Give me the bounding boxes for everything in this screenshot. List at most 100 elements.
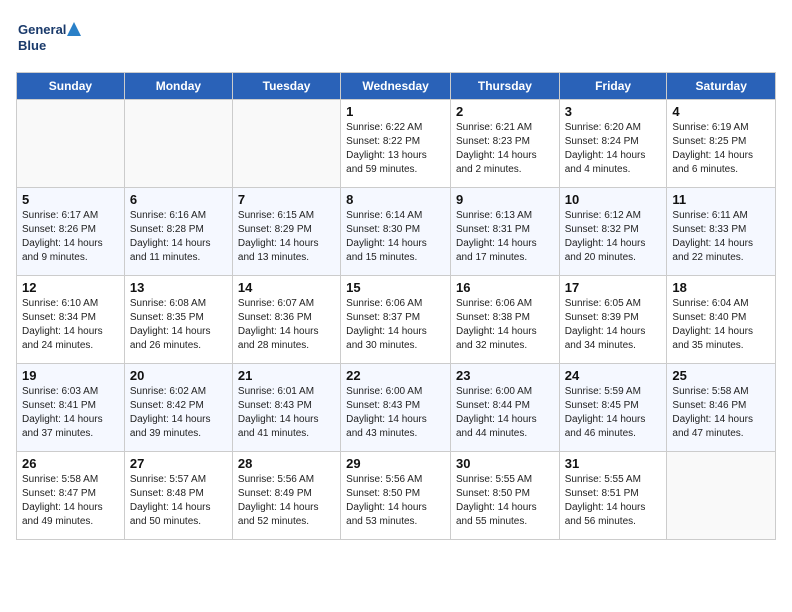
day-number: 13	[130, 280, 227, 295]
day-number: 31	[565, 456, 662, 471]
calendar-cell: 21 Sunrise: 6:01 AMSunset: 8:43 PMDayligh…	[232, 364, 340, 452]
calendar-cell	[667, 452, 776, 540]
day-number: 21	[238, 368, 335, 383]
calendar-cell	[17, 100, 125, 188]
col-header-tuesday: Tuesday	[232, 73, 340, 100]
day-number: 12	[22, 280, 119, 295]
day-info: Sunrise: 5:58 AMSunset: 8:46 PMDaylight:…	[672, 385, 770, 441]
calendar-cell: 30 Sunrise: 5:55 AMSunset: 8:50 PMDayligh…	[450, 452, 559, 540]
day-info: Sunrise: 6:00 AMSunset: 8:43 PMDaylight:…	[346, 385, 445, 441]
day-number: 1	[346, 104, 445, 119]
calendar-cell: 26 Sunrise: 5:58 AMSunset: 8:47 PMDayligh…	[17, 452, 125, 540]
calendar-cell: 31 Sunrise: 5:55 AMSunset: 8:51 PMDayligh…	[559, 452, 667, 540]
calendar-cell: 19 Sunrise: 6:03 AMSunset: 8:41 PMDayligh…	[17, 364, 125, 452]
day-number: 19	[22, 368, 119, 383]
calendar-cell	[124, 100, 232, 188]
day-info: Sunrise: 6:02 AMSunset: 8:42 PMDaylight:…	[130, 385, 227, 441]
day-number: 18	[672, 280, 770, 295]
day-number: 16	[456, 280, 554, 295]
day-number: 25	[672, 368, 770, 383]
calendar-cell: 28Sunrise: 5:56 AMSunset: 8:49 PMDayligh…	[232, 452, 340, 540]
calendar-cell: 8Sunrise: 6:14 AMSunset: 8:30 PMDaylight…	[341, 188, 451, 276]
calendar-cell: 27 Sunrise: 5:57 AMSunset: 8:48 PMDayligh…	[124, 452, 232, 540]
day-info: Sunrise: 6:07 AMSunset: 8:36 PMDaylight:…	[238, 297, 335, 353]
day-info: Sunrise: 6:08 AMSunset: 8:35 PMDaylight:…	[130, 297, 227, 353]
calendar-cell: 17Sunrise: 6:05 AMSunset: 8:39 PMDayligh…	[559, 276, 667, 364]
day-info: Sunrise: 6:06 AMSunset: 8:37 PMDaylight:…	[346, 297, 445, 353]
day-info: Sunrise: 6:14 AMSunset: 8:30 PMDaylight:…	[346, 209, 445, 265]
day-number: 6	[130, 192, 227, 207]
calendar-cell: 11Sunrise: 6:11 AMSunset: 8:33 PMDayligh…	[667, 188, 776, 276]
day-info: Sunrise: 6:19 AMSunset: 8:25 PMDaylight:…	[672, 121, 770, 177]
calendar-cell: 18 Sunrise: 6:04 AMSunset: 8:40 PMDayligh…	[667, 276, 776, 364]
day-number: 2	[456, 104, 554, 119]
day-number: 30	[456, 456, 554, 471]
day-info: Sunrise: 5:57 AMSunset: 8:48 PMDaylight:…	[130, 473, 227, 529]
week-row-1: 1 Sunrise: 6:22 AMSunset: 8:22 PMDaylight…	[17, 100, 776, 188]
day-info: Sunrise: 6:22 AMSunset: 8:22 PMDaylight:…	[346, 121, 445, 177]
logo-svg: General Blue	[16, 16, 86, 60]
day-info: Sunrise: 5:58 AMSunset: 8:47 PMDaylight:…	[22, 473, 119, 529]
week-row-3: 12 Sunrise: 6:10 AMSunset: 8:34 PMDayligh…	[17, 276, 776, 364]
day-info: Sunrise: 6:11 AMSunset: 8:33 PMDaylight:…	[672, 209, 770, 265]
logo: General Blue	[16, 16, 86, 60]
day-info: Sunrise: 6:00 AMSunset: 8:44 PMDaylight:…	[456, 385, 554, 441]
calendar-cell: 13 Sunrise: 6:08 AMSunset: 8:35 PMDayligh…	[124, 276, 232, 364]
col-header-saturday: Saturday	[667, 73, 776, 100]
page-header: General Blue	[16, 16, 776, 60]
header-row: SundayMondayTuesdayWednesdayThursdayFrid…	[17, 73, 776, 100]
col-header-friday: Friday	[559, 73, 667, 100]
day-info: Sunrise: 6:15 AMSunset: 8:29 PMDaylight:…	[238, 209, 335, 265]
calendar-cell: 16 Sunrise: 6:06 AMSunset: 8:38 PMDayligh…	[450, 276, 559, 364]
day-info: Sunrise: 6:17 AMSunset: 8:26 PMDaylight:…	[22, 209, 119, 265]
calendar-cell: 25 Sunrise: 5:58 AMSunset: 8:46 PMDayligh…	[667, 364, 776, 452]
day-number: 3	[565, 104, 662, 119]
calendar-cell: 6 Sunrise: 6:16 AMSunset: 8:28 PMDaylight…	[124, 188, 232, 276]
day-number: 14	[238, 280, 335, 295]
day-number: 4	[672, 104, 770, 119]
calendar-cell: 1 Sunrise: 6:22 AMSunset: 8:22 PMDaylight…	[341, 100, 451, 188]
calendar-cell: 29Sunrise: 5:56 AMSunset: 8:50 PMDayligh…	[341, 452, 451, 540]
day-info: Sunrise: 6:03 AMSunset: 8:41 PMDaylight:…	[22, 385, 119, 441]
day-info: Sunrise: 6:04 AMSunset: 8:40 PMDaylight:…	[672, 297, 770, 353]
day-number: 26	[22, 456, 119, 471]
day-number: 28	[238, 456, 335, 471]
day-info: Sunrise: 6:16 AMSunset: 8:28 PMDaylight:…	[130, 209, 227, 265]
day-number: 23	[456, 368, 554, 383]
day-number: 29	[346, 456, 445, 471]
day-number: 7	[238, 192, 335, 207]
day-info: Sunrise: 6:06 AMSunset: 8:38 PMDaylight:…	[456, 297, 554, 353]
day-info: Sunrise: 6:01 AMSunset: 8:43 PMDaylight:…	[238, 385, 335, 441]
day-number: 15	[346, 280, 445, 295]
week-row-4: 19 Sunrise: 6:03 AMSunset: 8:41 PMDayligh…	[17, 364, 776, 452]
day-info: Sunrise: 6:05 AMSunset: 8:39 PMDaylight:…	[565, 297, 662, 353]
col-header-wednesday: Wednesday	[341, 73, 451, 100]
calendar-cell: 3 Sunrise: 6:20 AMSunset: 8:24 PMDaylight…	[559, 100, 667, 188]
calendar-table: SundayMondayTuesdayWednesdayThursdayFrid…	[16, 72, 776, 540]
day-info: Sunrise: 6:21 AMSunset: 8:23 PMDaylight:…	[456, 121, 554, 177]
col-header-sunday: Sunday	[17, 73, 125, 100]
col-header-monday: Monday	[124, 73, 232, 100]
day-info: Sunrise: 6:13 AMSunset: 8:31 PMDaylight:…	[456, 209, 554, 265]
day-info: Sunrise: 6:20 AMSunset: 8:24 PMDaylight:…	[565, 121, 662, 177]
calendar-cell: 22Sunrise: 6:00 AMSunset: 8:43 PMDayligh…	[341, 364, 451, 452]
day-number: 5	[22, 192, 119, 207]
calendar-cell	[232, 100, 340, 188]
svg-text:General: General	[18, 22, 66, 37]
day-number: 9	[456, 192, 554, 207]
day-number: 24	[565, 368, 662, 383]
day-info: Sunrise: 6:12 AMSunset: 8:32 PMDaylight:…	[565, 209, 662, 265]
calendar-cell: 15 Sunrise: 6:06 AMSunset: 8:37 PMDayligh…	[341, 276, 451, 364]
calendar-cell: 12 Sunrise: 6:10 AMSunset: 8:34 PMDayligh…	[17, 276, 125, 364]
calendar-cell: 2 Sunrise: 6:21 AMSunset: 8:23 PMDaylight…	[450, 100, 559, 188]
svg-text:Blue: Blue	[18, 38, 46, 53]
calendar-cell: 24Sunrise: 5:59 AMSunset: 8:45 PMDayligh…	[559, 364, 667, 452]
calendar-cell: 10Sunrise: 6:12 AMSunset: 8:32 PMDayligh…	[559, 188, 667, 276]
day-info: Sunrise: 5:55 AMSunset: 8:50 PMDaylight:…	[456, 473, 554, 529]
day-info: Sunrise: 6:10 AMSunset: 8:34 PMDaylight:…	[22, 297, 119, 353]
calendar-cell: 9 Sunrise: 6:13 AMSunset: 8:31 PMDaylight…	[450, 188, 559, 276]
day-number: 27	[130, 456, 227, 471]
calendar-cell: 14 Sunrise: 6:07 AMSunset: 8:36 PMDayligh…	[232, 276, 340, 364]
day-info: Sunrise: 5:55 AMSunset: 8:51 PMDaylight:…	[565, 473, 662, 529]
col-header-thursday: Thursday	[450, 73, 559, 100]
